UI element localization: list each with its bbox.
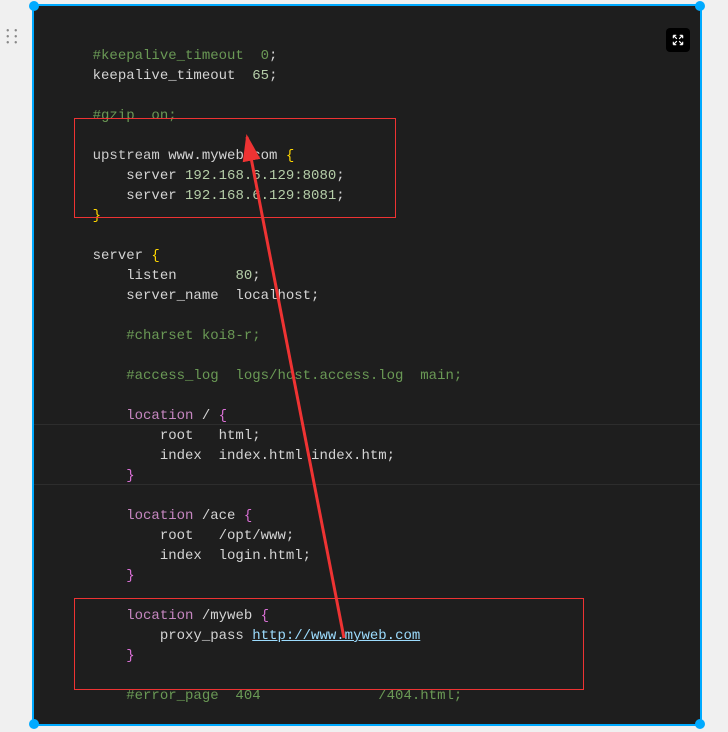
code-line: location / { — [59, 408, 227, 424]
code-line: listen 80; — [59, 268, 261, 284]
canvas-stage: • •• •• • #keepalive_timeout 0; keepaliv… — [0, 0, 728, 732]
code-line: location /ace { — [59, 508, 252, 524]
code-line: keepalive_timeout 65; — [59, 68, 277, 84]
code-line: #charset koi8-r; — [59, 328, 261, 344]
code-line: #keepalive_timeout 0; — [59, 48, 277, 64]
code-line: } — [59, 208, 101, 224]
selected-image-frame[interactable]: #keepalive_timeout 0; keepalive_timeout … — [32, 4, 702, 726]
code-line: server { — [59, 248, 160, 264]
resize-handle-tl[interactable] — [29, 1, 39, 11]
comment-text: #access_log logs/host.access.log main; — [93, 368, 463, 384]
code-line: proxy_pass http://www.myweb.com — [59, 628, 420, 644]
expand-button[interactable] — [666, 28, 690, 52]
code-line: index index.html index.htm; — [59, 448, 395, 464]
expand-icon — [671, 33, 685, 47]
code-line: location /myweb { — [59, 608, 269, 624]
code-line: index login.html; — [59, 548, 311, 564]
comment-text: #keepalive_timeout 0 — [93, 48, 269, 64]
proxy-pass-url: http://www.myweb.com — [252, 628, 420, 644]
comment-text: #charset koi8-r; — [93, 328, 261, 344]
resize-handle-bl[interactable] — [29, 719, 39, 729]
code-line: upstream www.myweb.com { — [59, 148, 294, 164]
drag-grip-icon[interactable]: • •• •• • — [6, 30, 19, 48]
code-line: server 192.168.6.129:8081; — [59, 188, 345, 204]
code-line: } — [59, 568, 135, 584]
code-line: server 192.168.6.129:8080; — [59, 168, 345, 184]
comment-text: #error_page 404 /404.html; — [93, 688, 463, 704]
code-line: root /opt/www; — [59, 528, 294, 544]
code-line: #access_log logs/host.access.log main; — [59, 368, 462, 384]
comment-text: #gzip on; — [93, 108, 177, 124]
code-line: } — [59, 648, 135, 664]
code-line: #gzip on; — [59, 108, 177, 124]
code-line: server_name localhost; — [59, 288, 319, 304]
code-line: root html; — [59, 428, 261, 444]
resize-handle-tr[interactable] — [695, 1, 705, 11]
code-block: #keepalive_timeout 0; keepalive_timeout … — [59, 26, 690, 726]
code-line: } — [59, 468, 135, 484]
resize-handle-br[interactable] — [695, 719, 705, 729]
code-line: #error_page 404 /404.html; — [59, 688, 462, 704]
